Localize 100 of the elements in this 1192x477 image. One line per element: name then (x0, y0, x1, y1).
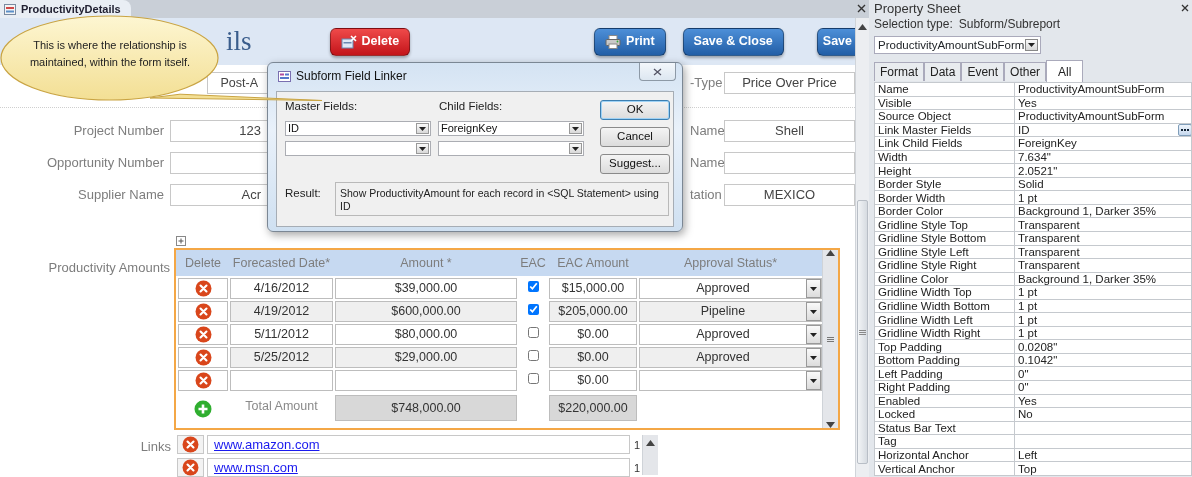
dialog-button[interactable]: OK (600, 100, 670, 120)
date-field[interactable]: 4/16/2012 (230, 278, 333, 299)
property-value[interactable]: Left (1014, 448, 1192, 462)
property-value[interactable]: Background 1, Darker 35% (1014, 204, 1192, 218)
property-value[interactable]: ID (1014, 123, 1192, 137)
combo-field[interactable]: ForeignKey (438, 121, 584, 136)
dropdown-button[interactable] (569, 123, 582, 134)
scrollbar[interactable] (855, 18, 869, 477)
remove-icon[interactable] (182, 436, 199, 453)
date-field[interactable] (230, 370, 333, 391)
link-field[interactable]: www.msn.com (207, 457, 630, 477)
remove-icon[interactable] (194, 372, 212, 389)
property-value[interactable]: ForeignKey (1014, 136, 1192, 151)
amount-field[interactable]: $39,000.00 (335, 278, 517, 299)
dropdown-button[interactable] (416, 143, 429, 154)
action-button[interactable]: Print (594, 27, 666, 56)
action-button[interactable]: Save (816, 27, 855, 56)
remove-icon[interactable] (194, 280, 212, 297)
property-value[interactable]: No (1014, 407, 1192, 422)
text-field[interactable] (724, 152, 855, 174)
remove-icon[interactable] (194, 303, 212, 320)
property-value[interactable]: 2.0521" (1014, 163, 1192, 178)
status-combo[interactable]: Approved (639, 278, 822, 299)
eac-amount-field[interactable]: $15,000.00 (549, 278, 637, 299)
tab[interactable]: Format (874, 62, 924, 81)
close-button[interactable] (639, 63, 676, 81)
text-field[interactable]: Price Over Price (724, 72, 855, 94)
remove-icon[interactable] (194, 349, 212, 366)
close-icon[interactable] (857, 4, 866, 13)
builder-button[interactable] (1178, 124, 1191, 136)
property-value[interactable]: 7.634" (1014, 150, 1192, 164)
property-value[interactable]: ProductivityAmountSubForm (1014, 109, 1192, 124)
link-field[interactable]: www.amazon.com (207, 435, 630, 454)
amount-field[interactable] (335, 370, 517, 391)
eac-amount-field[interactable]: $0.00 (549, 370, 637, 391)
property-value[interactable]: Top (1014, 461, 1192, 476)
combo-field[interactable]: ID (285, 121, 431, 136)
tab[interactable]: Data (924, 62, 962, 81)
dropdown-button[interactable] (806, 371, 821, 390)
tab[interactable]: All (1046, 60, 1084, 82)
add-icon[interactable] (194, 400, 212, 418)
checkbox[interactable] (527, 327, 539, 338)
remove-icon[interactable] (182, 458, 199, 476)
property-value[interactable]: ProductivityAmountSubForm (1014, 82, 1192, 97)
property-value[interactable]: 0" (1014, 367, 1192, 381)
property-value[interactable]: Solid (1014, 177, 1192, 191)
property-value[interactable]: Yes (1014, 394, 1192, 408)
checkbox[interactable] (527, 281, 539, 292)
expand-icon[interactable] (176, 236, 186, 246)
action-button[interactable]: Delete (329, 27, 411, 56)
scrollbar[interactable] (822, 250, 838, 428)
dropdown-button[interactable] (806, 325, 821, 344)
property-value[interactable]: Yes (1014, 96, 1192, 110)
property-value[interactable]: 1 pt (1014, 326, 1192, 340)
tab[interactable]: Other (1004, 62, 1047, 81)
status-combo[interactable]: Approved (639, 324, 822, 345)
dropdown-button[interactable] (416, 123, 429, 134)
date-field[interactable]: 5/25/2012 (230, 347, 333, 368)
scrollbar[interactable] (642, 435, 658, 475)
amount-field[interactable]: $80,000.00 (335, 324, 517, 345)
eac-amount-field[interactable]: $205,000.00 (549, 301, 637, 322)
status-combo[interactable]: Approved (639, 347, 822, 368)
property-value[interactable]: 1 pt (1014, 285, 1192, 300)
dialog-button[interactable]: Cancel (600, 127, 670, 147)
dropdown-button[interactable] (806, 279, 821, 298)
property-value[interactable]: Transparent (1014, 217, 1192, 232)
text-field[interactable]: Shell (724, 120, 855, 142)
date-field[interactable]: 4/19/2012 (230, 301, 333, 322)
property-value[interactable]: 1 pt (1014, 312, 1192, 327)
property-value[interactable]: 0.0208" (1014, 339, 1192, 354)
amount-field[interactable]: $600,000.00 (335, 301, 517, 322)
checkbox[interactable] (527, 350, 539, 361)
document-tab[interactable]: ProductivityDetails (0, 0, 131, 18)
date-field[interactable]: 5/11/2012 (230, 324, 333, 345)
combo-field[interactable] (438, 141, 584, 156)
remove-icon[interactable] (194, 326, 212, 343)
property-value[interactable]: Background 1, Darker 35% (1014, 272, 1192, 286)
property-value[interactable]: 0.1042" (1014, 353, 1192, 367)
object-combo[interactable]: ProductivityAmountSubForm (874, 36, 1041, 54)
action-button[interactable]: Save & Close (682, 27, 784, 56)
text-field[interactable]: MEXICO (724, 184, 855, 206)
close-icon[interactable] (1181, 4, 1189, 12)
property-value[interactable]: 1 pt (1014, 190, 1192, 205)
dropdown-button[interactable] (806, 302, 821, 321)
eac-amount-field[interactable]: $0.00 (549, 324, 637, 345)
dialog-button[interactable]: Suggest... (600, 154, 670, 174)
status-combo[interactable]: Pipeline (639, 301, 822, 322)
eac-amount-field[interactable]: $0.00 (549, 347, 637, 368)
checkbox[interactable] (527, 304, 539, 315)
property-value[interactable]: 0" (1014, 380, 1192, 395)
property-value[interactable]: Transparent (1014, 245, 1192, 259)
checkbox[interactable] (527, 373, 539, 384)
dropdown-button[interactable] (1025, 39, 1038, 51)
property-value[interactable]: 1 pt (1014, 299, 1192, 313)
amount-field[interactable]: $29,000.00 (335, 347, 517, 368)
property-value[interactable]: Transparent (1014, 258, 1192, 273)
combo-field[interactable] (285, 141, 431, 156)
dropdown-button[interactable] (806, 348, 821, 367)
dropdown-button[interactable] (569, 143, 582, 154)
tab[interactable]: Event (961, 62, 1005, 81)
